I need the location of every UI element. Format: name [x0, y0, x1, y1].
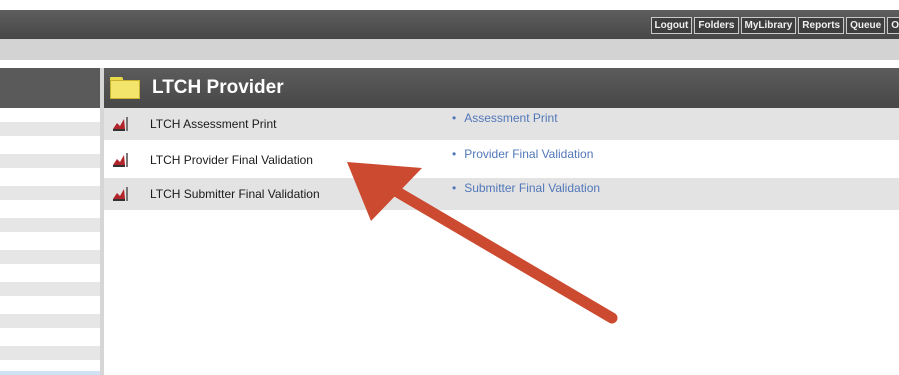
report-row[interactable]: LTCH Assessment Print • Assessment Print: [104, 108, 899, 140]
folder-content-panel: LTCH Provider LTCH Assessment Print • Ass…: [104, 68, 899, 375]
bullet-icon: •: [452, 181, 457, 195]
logout-link[interactable]: Logout: [650, 17, 693, 34]
folder-title: LTCH Provider: [152, 77, 284, 98]
left-panel-item[interactable]: [0, 218, 100, 232]
folder-icon: [110, 77, 140, 99]
report-title[interactable]: LTCH Provider Final Validation: [150, 153, 313, 167]
report-title[interactable]: LTCH Submitter Final Validation: [150, 187, 320, 201]
report-link-label[interactable]: Assessment Print: [464, 111, 557, 125]
bullet-icon: •: [452, 111, 457, 125]
report-icon: [113, 187, 128, 201]
report-link-label[interactable]: Provider Final Validation: [464, 147, 593, 161]
left-panel-item[interactable]: [0, 122, 100, 136]
report-icon: [113, 153, 128, 167]
left-panel-scroll-edge: [0, 371, 100, 375]
queue-link[interactable]: Queue: [846, 17, 886, 34]
report-row[interactable]: LTCH Provider Final Validation • Provider…: [104, 144, 899, 176]
left-panel-item[interactable]: [0, 154, 100, 168]
left-panel-item[interactable]: [0, 186, 100, 200]
left-panel-item[interactable]: [0, 250, 100, 264]
spacer-band: [0, 60, 899, 68]
report-icon: [113, 117, 128, 131]
mylibrary-link[interactable]: MyLibrary: [740, 17, 797, 34]
bullet-icon: •: [452, 147, 457, 161]
report-row[interactable]: LTCH Submitter Final Validation • Submitt…: [104, 178, 899, 210]
report-link[interactable]: • Assessment Print: [452, 111, 558, 125]
report-link[interactable]: • Submitter Final Validation: [452, 181, 600, 195]
reports-link[interactable]: Reports: [798, 17, 845, 34]
left-panel-item[interactable]: [0, 282, 100, 296]
top-nav-links: Logout Folders MyLibrary Reports Queue O: [650, 17, 899, 34]
folders-link[interactable]: Folders: [694, 17, 739, 34]
folder-header: LTCH Provider: [104, 68, 899, 108]
report-link-label[interactable]: Submitter Final Validation: [464, 181, 600, 195]
left-panel-item[interactable]: [0, 346, 100, 360]
left-panel: [0, 68, 100, 375]
left-panel-item[interactable]: [0, 314, 100, 328]
report-title[interactable]: LTCH Assessment Print: [150, 117, 276, 131]
truncated-nav-link[interactable]: O: [887, 17, 899, 34]
report-link[interactable]: • Provider Final Validation: [452, 147, 593, 161]
left-panel-header: [0, 68, 100, 108]
sub-toolbar: [0, 39, 899, 60]
